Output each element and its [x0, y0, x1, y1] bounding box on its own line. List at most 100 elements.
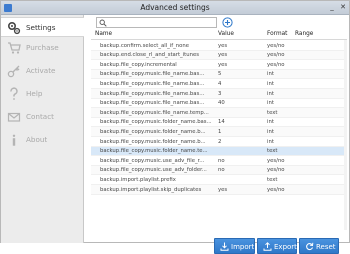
sidebar-item-activate[interactable]: Activate: [1, 61, 84, 81]
cell-value[interactable]: 1: [218, 129, 258, 135]
sidebar-item-settings[interactable]: Settings: [1, 17, 84, 37]
question-icon: [10, 87, 18, 100]
sidebar: Settings Purchase Activate Help Contact …: [1, 15, 84, 243]
table-row[interactable]: backup.file_copy.music.use_adv_file_r...…: [91, 156, 347, 166]
cell-name: backup.confirm.select_all_if_none: [100, 42, 190, 49]
key-icon: [7, 65, 20, 78]
table-row[interactable]: backup.end.close_rl_and_start_itunes yes y…: [91, 50, 347, 61]
sidebar-item-help[interactable]: Help: [1, 84, 84, 104]
cell-name: backup.end.close_rl_and_start_itunes: [100, 52, 199, 59]
cell-format: int: [267, 119, 274, 126]
column-header-range[interactable]: Range: [295, 31, 313, 37]
sidebar-item-label: Activate: [26, 66, 56, 75]
import-button[interactable]: Import: [214, 238, 255, 254]
window-title: Advanced settings: [140, 3, 210, 12]
sidebar-item-contact[interactable]: Contact: [1, 107, 84, 127]
close-button[interactable]: ✕: [338, 3, 348, 12]
add-setting-icon[interactable]: [222, 17, 233, 28]
minimize-button[interactable]: _: [327, 3, 337, 12]
cell-name: backup.file_copy.incremental: [100, 61, 177, 68]
table-row[interactable]: backup.file_copy.music.file_name.temp...…: [91, 108, 347, 118]
table-row[interactable]: backup.file_copy.music.folder_name.te...…: [91, 146, 347, 157]
table-header: Name Value Format Range: [91, 30, 347, 40]
cell-name: backup.file_copy.music.file_name.bas...: [100, 90, 205, 97]
vertical-scrollbar[interactable]: [344, 40, 347, 230]
table-row[interactable]: backup.file_copy.music.file_name.bas... 5…: [91, 69, 347, 80]
search-box: [96, 17, 217, 28]
cell-value[interactable]: no: [218, 158, 258, 164]
cell-format: int: [267, 90, 274, 97]
table-row[interactable]: backup.file_copy.music.file_name.bas... 3…: [91, 89, 347, 99]
table-row[interactable]: backup.file_copy.music.use_adv_folder...…: [91, 165, 347, 176]
import-button-label: Import: [231, 242, 255, 251]
export-icon: [263, 242, 272, 251]
cell-value[interactable]: 3: [218, 91, 258, 97]
column-header-format[interactable]: Format: [267, 31, 287, 37]
reset-button-label: Reset: [316, 242, 336, 251]
import-icon: [220, 242, 229, 251]
cell-name: backup.file_copy.music.file_name.bas...: [100, 100, 205, 107]
table-row[interactable]: backup.file_copy.music.folder_name.b... 2…: [91, 137, 347, 147]
cell-format: int: [267, 80, 274, 87]
cell-name: backup.import.playlist.skip_duplicates: [100, 186, 202, 193]
table-row[interactable]: backup.import.playlist.prefix text: [91, 175, 347, 185]
gears-icon: [7, 21, 21, 35]
cell-name: backup.file_copy.music.use_adv_file_r...: [100, 157, 205, 164]
cell-name: backup.import.playlist.prefix: [100, 176, 176, 183]
envelope-icon: [7, 112, 21, 122]
table-row[interactable]: backup.file_copy.music.file_name.bas... 4…: [91, 99, 347, 109]
reset-button[interactable]: Reset: [299, 238, 339, 254]
export-button-label: Export: [274, 242, 297, 251]
cell-format: int: [267, 128, 274, 135]
cell-format: int: [267, 100, 274, 107]
cell-name: backup.file_copy.music.file_name.bas...: [100, 71, 205, 78]
cell-value[interactable]: 4: [218, 81, 258, 87]
table-row[interactable]: backup.file_copy.incremental yes yes/no: [91, 60, 347, 70]
cell-value[interactable]: 14: [218, 119, 258, 125]
column-header-name[interactable]: Name: [95, 31, 112, 37]
table-row[interactable]: backup.file_copy.music.folder_name.b... 1…: [91, 127, 347, 137]
table-row[interactable]: backup.file_copy.music.folder_name.bas..…: [91, 118, 347, 128]
search-icon: [99, 19, 107, 27]
cell-value[interactable]: yes: [218, 52, 258, 58]
sidebar-item-about[interactable]: About: [1, 130, 84, 150]
cell-value[interactable]: yes: [218, 43, 258, 49]
app-window: Advanced settings _ ✕ Settings Purchase: [0, 0, 350, 254]
cell-value[interactable]: yes: [218, 62, 258, 68]
search-input[interactable]: [109, 19, 214, 27]
cell-name: backup.file_copy.music.file_name.bas...: [100, 80, 205, 87]
table-row[interactable]: backup.import.playlist.skip_duplicates ye…: [91, 185, 347, 195]
cell-format: yes/no: [267, 167, 285, 174]
cell-format: text: [267, 109, 278, 116]
export-button[interactable]: Export: [257, 238, 297, 254]
settings-table: Name Value Format Range backup.confirm.s…: [91, 30, 347, 237]
sidebar-item-purchase[interactable]: Purchase: [1, 38, 84, 58]
cell-format: yes/no: [267, 157, 285, 164]
sidebar-item-label: Settings: [26, 23, 56, 32]
table-row[interactable]: backup.confirm.select_all_if_none yes yes/…: [91, 41, 347, 51]
cell-name: backup.file_copy.music.folder_name.b...: [100, 128, 206, 135]
cell-format: yes/no: [267, 52, 285, 59]
cell-value[interactable]: 2: [218, 139, 258, 145]
cell-format: yes/no: [267, 186, 285, 193]
cell-value[interactable]: 5: [218, 71, 258, 77]
cell-name: backup.file_copy.music.folder_name.bas..…: [100, 119, 212, 126]
cell-format: int: [267, 71, 274, 78]
column-header-value[interactable]: Value: [218, 31, 234, 37]
sidebar-item-label: Help: [26, 89, 43, 98]
cell-value[interactable]: no: [218, 167, 258, 173]
cell-format: text: [267, 148, 278, 155]
cart-icon: [8, 42, 21, 54]
cell-format: text: [267, 176, 278, 183]
cell-format: int: [267, 138, 274, 145]
cell-format: yes/no: [267, 61, 285, 68]
cell-format: yes/no: [267, 42, 285, 49]
cell-value[interactable]: 40: [218, 100, 258, 106]
cell-name: backup.file_copy.music.folder_name.b...: [100, 138, 206, 145]
cell-value[interactable]: yes: [218, 187, 258, 193]
main-panel: Name Value Format Range backup.confirm.s…: [85, 15, 349, 254]
reset-icon: [306, 242, 314, 251]
title-bar[interactable]: Advanced settings _ ✕: [1, 1, 349, 15]
table-row[interactable]: backup.file_copy.music.file_name.bas... 4…: [91, 79, 347, 89]
sidebar-item-label: Purchase: [26, 43, 59, 52]
